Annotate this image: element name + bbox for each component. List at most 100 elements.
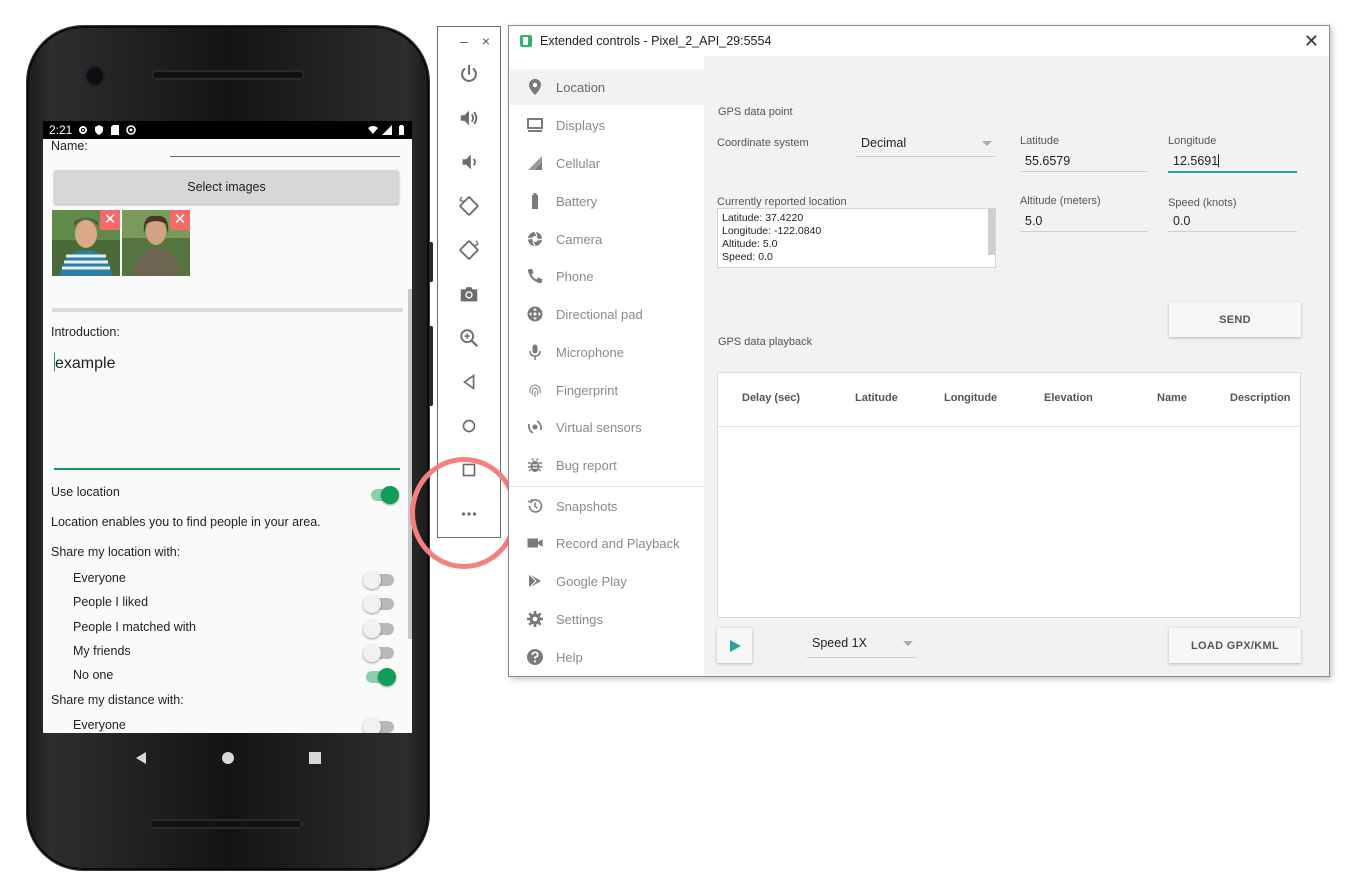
gps-point-title: GPS data point xyxy=(718,106,793,118)
bottom-speaker xyxy=(149,819,303,829)
play-store-icon xyxy=(526,572,544,590)
close-icon[interactable]: ✕ xyxy=(1304,31,1319,52)
back-button[interactable] xyxy=(438,367,500,397)
sidebar-item-label: Record and Playback xyxy=(556,535,680,551)
volume-up-button[interactable] xyxy=(438,103,500,133)
close-emulator-button[interactable]: × xyxy=(482,33,490,49)
window-titlebar: Extended controls - Pixel_2_API_29:5554 … xyxy=(509,26,1329,56)
column-header[interactable]: Latitude xyxy=(855,392,898,404)
sidebar-item-virtual-sensors[interactable]: Virtual sensors xyxy=(509,409,704,445)
column-header[interactable]: Name xyxy=(1157,392,1187,404)
data-saver-status-icon xyxy=(126,125,137,135)
play-button[interactable] xyxy=(717,628,752,663)
playback-speed-select[interactable]: Speed 1X xyxy=(807,636,917,658)
overview-nav-icon[interactable] xyxy=(308,751,322,765)
sidebar-item-label: Settings xyxy=(556,611,603,627)
table-header: Delay (sec) Latitude Longitude Elevation Nam… xyxy=(718,373,1300,427)
introduction-value: example xyxy=(55,355,116,372)
sidebar-item-google-play[interactable]: Google Play xyxy=(509,563,704,599)
sidebar-item-help[interactable]: Help xyxy=(509,639,704,675)
sidebar-item-label: Directional pad xyxy=(556,306,643,322)
load-gpx-kml-button[interactable]: LOAD GPX/KML xyxy=(1169,628,1301,663)
remove-photo-1-button[interactable]: ✕ xyxy=(100,210,120,230)
column-header[interactable]: Delay (sec) xyxy=(742,392,800,404)
home-nav-icon[interactable] xyxy=(221,751,235,765)
longitude-label: Longitude xyxy=(1168,135,1217,147)
signal-status-icon xyxy=(382,125,392,135)
reported-line: Latitude: 37.4220 xyxy=(722,212,804,224)
introduction-input[interactable]: example xyxy=(54,353,115,373)
speed-value: 0.0 xyxy=(1173,214,1191,228)
send-button[interactable]: SEND xyxy=(1169,302,1301,337)
android-nav-bar xyxy=(27,738,429,778)
switch-knob xyxy=(381,486,399,504)
rotate-right-icon xyxy=(459,240,479,260)
play-icon xyxy=(729,639,741,652)
camera-aperture-icon xyxy=(526,230,544,248)
sidebar-item-snapshots[interactable]: Snapshots xyxy=(509,488,704,524)
table-body[interactable] xyxy=(718,427,1300,617)
name-input[interactable] xyxy=(170,156,400,157)
column-header[interactable]: Description xyxy=(1230,392,1291,404)
profile-photo-1: ✕ xyxy=(52,210,120,276)
sidebar-item-directional-pad[interactable]: Directional pad xyxy=(509,296,704,332)
column-header[interactable]: Longitude xyxy=(944,392,997,404)
home-button[interactable] xyxy=(438,411,500,441)
sidebar-item-phone[interactable]: Phone xyxy=(509,258,704,294)
sidebar-item-fingerprint[interactable]: Fingerprint xyxy=(509,372,704,408)
coord-system-select[interactable]: Decimal xyxy=(856,136,996,157)
back-icon xyxy=(462,373,475,391)
volume-down-button[interactable] xyxy=(438,147,500,177)
fingerprint-icon xyxy=(526,381,544,399)
select-images-button[interactable]: Select images xyxy=(54,170,399,204)
reported-scrollbar[interactable] xyxy=(988,209,995,255)
sidebar-item-location[interactable]: Location xyxy=(509,69,704,105)
sidebar-item-camera[interactable]: Camera xyxy=(509,221,704,257)
chevron-down-icon xyxy=(903,641,913,646)
sidebar-item-record-and-playback[interactable]: Record and Playback xyxy=(509,525,704,561)
latitude-input[interactable]: 55.6579 xyxy=(1020,154,1148,172)
toolbar-window-controls: – × xyxy=(438,27,500,55)
introduction-label: Introduction: xyxy=(51,325,120,339)
sidebar-item-displays[interactable]: Displays xyxy=(509,107,704,143)
rotate-left-button[interactable] xyxy=(438,191,500,221)
volume-side-button[interactable] xyxy=(429,326,433,406)
sensors-icon xyxy=(526,418,544,436)
back-nav-icon[interactable] xyxy=(134,751,148,765)
longitude-input[interactable]: 12.5691 xyxy=(1168,154,1297,173)
power-button[interactable] xyxy=(438,59,500,89)
home-icon xyxy=(462,419,476,433)
sidebar-item-battery[interactable]: Battery xyxy=(509,183,704,219)
sidebar-item-microphone[interactable]: Microphone xyxy=(509,334,704,370)
sidebar: Location Displays Cellular Battery Camera Pho… xyxy=(509,56,704,676)
shield-status-icon xyxy=(95,125,104,135)
zoom-button[interactable] xyxy=(438,323,500,353)
sidebar-item-bug-report[interactable]: Bug report xyxy=(509,447,704,483)
column-header[interactable]: Elevation xyxy=(1044,392,1093,404)
switch-knob xyxy=(363,643,381,662)
scroll-indicator[interactable] xyxy=(408,289,412,639)
sd-card-status-icon xyxy=(111,125,120,135)
longitude-value: 12.5691 xyxy=(1173,154,1219,168)
rotate-right-button[interactable] xyxy=(438,235,500,265)
sidebar-item-cellular[interactable]: Cellular xyxy=(509,145,704,181)
altitude-input[interactable]: 5.0 xyxy=(1020,214,1148,232)
volume-down-icon xyxy=(462,154,476,170)
sidebar-item-label: Help xyxy=(556,649,583,665)
sidebar-item-settings[interactable]: Settings xyxy=(509,601,704,637)
coord-system-label: Coordinate system xyxy=(717,137,809,149)
switch-knob xyxy=(363,718,381,733)
sidebar-item-label: Microphone xyxy=(556,344,624,360)
screenshot-button[interactable] xyxy=(438,279,500,309)
cellular-icon xyxy=(526,154,544,172)
speed-input[interactable]: 0.0 xyxy=(1168,214,1297,232)
remove-photo-2-button[interactable]: ✕ xyxy=(170,210,190,230)
power-side-button[interactable] xyxy=(429,242,433,282)
sidebar-item-label: Phone xyxy=(556,268,594,284)
chevron-down-icon xyxy=(982,141,992,146)
reported-location-box: Latitude: 37.4220 Longitude: -122.0840 Alt… xyxy=(717,208,996,268)
minimize-button[interactable]: – xyxy=(460,33,468,49)
highlight-circle xyxy=(410,457,518,569)
reported-line: Speed: 0.0 xyxy=(722,251,773,263)
zoom-icon xyxy=(460,329,479,348)
